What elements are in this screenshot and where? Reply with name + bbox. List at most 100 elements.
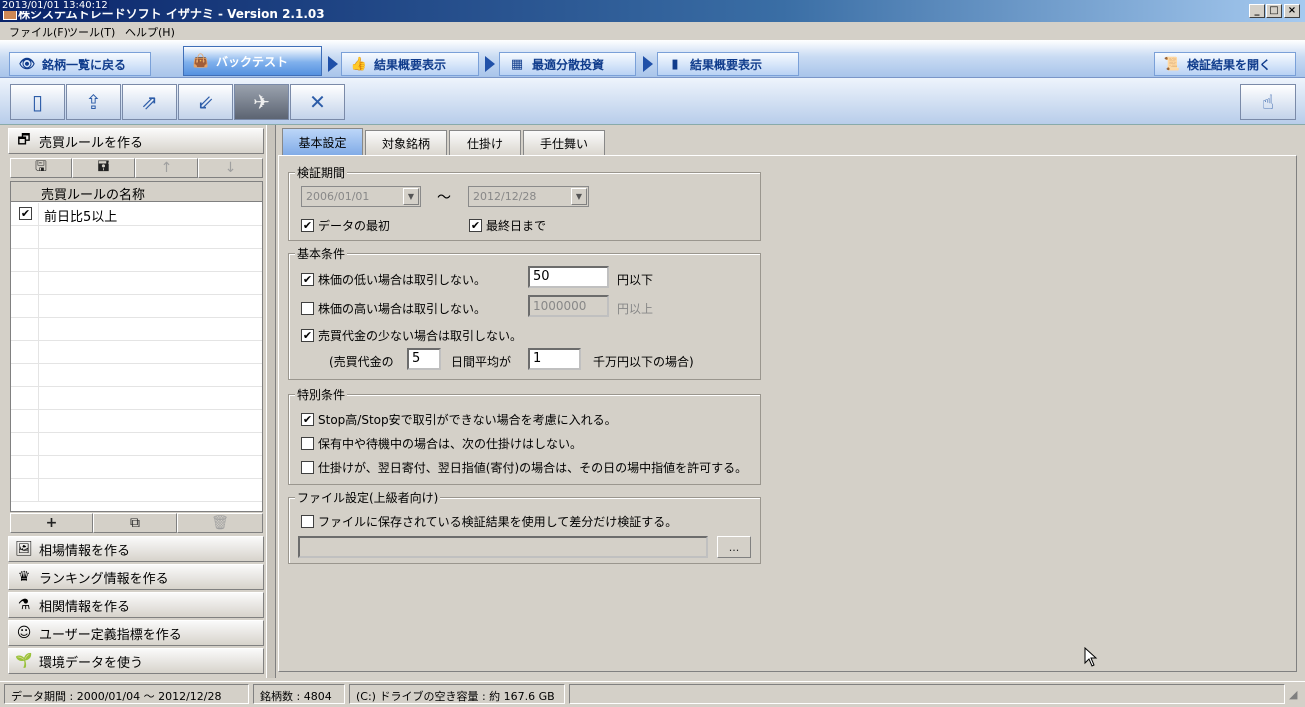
high-price-checkbox[interactable]	[301, 302, 314, 315]
intraday-limit-option[interactable]: 仕掛けが、翌日寄付、翌日指値(寄付)の場合は、その日の場中指値を許可する。	[301, 459, 747, 476]
basic-settings-page: 検証期間 2006/01/01 ▼ 〜 2012/12/28 ▼ ✔ データの最…	[278, 155, 1297, 672]
data-period-status: データ期間 : 2000/01/04 〜 2012/12/28	[4, 684, 249, 704]
no-reentry-checkbox[interactable]	[301, 437, 314, 450]
volume-detail-mid: 日間平均が	[451, 355, 512, 369]
tab-basic-settings[interactable]: 基本設定	[282, 128, 363, 156]
section-user-indicator[interactable]: ☺ ユーザー定義指標を作る	[8, 620, 264, 646]
tools-button[interactable]: ✕	[290, 84, 345, 120]
start-date-select[interactable]: 2006/01/01 ▼	[301, 186, 421, 207]
bag-icon: 👜	[192, 53, 210, 69]
to-last-option[interactable]: ✔ 最終日まで	[469, 217, 546, 234]
volume-amount-input[interactable]: 1	[528, 348, 581, 370]
rule-name-column-header: 売買ルールの名称	[41, 188, 146, 203]
minimize-button[interactable]: _	[1249, 4, 1265, 18]
no-reentry-option[interactable]: 保有中や待機中の場合は、次の仕掛けはしない。	[301, 435, 582, 452]
save-as-icon: 🖬	[97, 159, 110, 175]
end-date-select[interactable]: 2012/12/28 ▼	[468, 186, 589, 207]
back-to-list-label: 銘柄一覧に戻る	[42, 57, 127, 72]
tab-exit[interactable]: 手仕舞い	[523, 130, 605, 156]
stock-count-status: 銘柄数 : 4804	[253, 684, 345, 704]
crown-icon: ♛	[17, 569, 31, 585]
tab-target-stocks[interactable]: 対象銘柄	[365, 130, 447, 156]
toolbar: ▯ ⇪ ⇗ ⇙ ✈ ✕ ☝	[0, 78, 1305, 125]
average-days-input[interactable]: 5	[407, 348, 441, 370]
splitter[interactable]	[266, 125, 276, 678]
special-conditions-legend: 特別条件	[295, 386, 348, 403]
copy-icon: ⧉	[130, 515, 140, 531]
tab-backtest[interactable]: 👜 バックテスト	[183, 46, 322, 76]
low-price-option[interactable]: ✔ 株価の低い場合は取引しない。	[301, 271, 486, 288]
from-first-option[interactable]: ✔ データの最初	[301, 217, 390, 234]
plus-icon: +	[45, 515, 58, 531]
menu-help[interactable]: ヘルプ(H)	[125, 24, 175, 40]
save-as-button[interactable]: 🖬	[72, 158, 135, 178]
chevron-down-icon: ▼	[571, 188, 587, 205]
to-last-checkbox[interactable]: ✔	[469, 219, 482, 232]
rule-name: 前日比5以上	[44, 210, 118, 225]
maximize-button[interactable]: □	[1266, 4, 1282, 18]
resize-grip-icon[interactable]: ◢	[1289, 688, 1297, 701]
high-price-option[interactable]: 株価の高い場合は取引しない。	[301, 300, 486, 317]
low-price-checkbox[interactable]: ✔	[301, 273, 314, 286]
menu-file[interactable]: ファイル(F)	[9, 24, 68, 40]
stop-limit-checkbox[interactable]: ✔	[301, 413, 314, 426]
section-correlation-info-label: 相関情報を作る	[39, 599, 131, 615]
trash-icon: 🗑	[211, 515, 229, 531]
section-correlation-info[interactable]: ⚗ 相関情報を作る	[8, 592, 264, 618]
tab-entry[interactable]: 仕掛け	[449, 130, 521, 156]
help-button[interactable]: ☝	[1240, 84, 1296, 120]
scroll-icon: 📜	[1163, 56, 1181, 72]
tab-result-summary-2[interactable]: ▮ 結果概要表示	[657, 52, 799, 76]
high-price-label: 株価の高い場合は取引しない。	[318, 302, 487, 316]
end-date-value: 2012/12/28	[473, 190, 537, 203]
diff-verify-option[interactable]: ファイルに保存されている検証結果を使用して差分だけ検証する。	[301, 513, 677, 530]
section-trading-rules[interactable]: 🗗 売買ルールを作る	[8, 128, 264, 154]
tab-result-summary-1-label: 結果概要表示	[374, 57, 447, 72]
table-row[interactable]: ✔ 前日比5以上	[11, 203, 262, 226]
high-price-input[interactable]: 1000000	[528, 295, 609, 317]
stop-limit-option[interactable]: ✔ Stop高/Stop安で取引ができない場合を考慮に入れる。	[301, 411, 617, 428]
diff-verify-checkbox[interactable]	[301, 515, 314, 528]
arrow-up-icon: ↑	[160, 160, 173, 176]
low-volume-option[interactable]: ✔ 売買代金の少ない場合は取引しない。	[301, 327, 522, 344]
mouse-cursor-icon	[1084, 647, 1098, 667]
move-down-button[interactable]: ↓	[198, 158, 263, 178]
run-button[interactable]: ✈	[234, 84, 289, 120]
high-price-unit: 円以上	[617, 302, 654, 316]
arrow-right-icon	[485, 56, 495, 72]
rule-list-header: 売買ルールの名称	[11, 182, 262, 203]
rule-checkbox[interactable]: ✔	[19, 207, 32, 220]
new-document-button[interactable]: ▯	[10, 84, 65, 120]
browse-button[interactable]: ...	[717, 536, 751, 558]
basic-conditions-group: 基本条件 ✔ 株価の低い場合は取引しない。 50 円以下 株価の高い場合は取引し…	[288, 245, 761, 380]
copy-rule-button[interactable]: ⧉	[93, 513, 177, 533]
delete-rule-button[interactable]: 🗑	[177, 513, 263, 533]
open-results-button[interactable]: 📜 検証結果を開く	[1154, 52, 1296, 76]
back-to-list-button[interactable]: 👁 銘柄一覧に戻る	[9, 52, 151, 76]
close-button[interactable]: ×	[1284, 4, 1300, 18]
load-button[interactable]: ⇪	[66, 84, 121, 120]
disk-space-status: (C:) ドライブの空き容量 : 約 167.6 GB	[349, 684, 565, 704]
from-first-checkbox[interactable]: ✔	[301, 219, 314, 232]
tab-optimal-allocation[interactable]: ▦ 最適分散投資	[499, 52, 636, 76]
add-rule-button[interactable]: +	[10, 513, 93, 533]
low-price-input[interactable]: 50	[528, 266, 609, 288]
arrow-down-icon: ↓	[224, 160, 237, 176]
import-button[interactable]: ⇙	[178, 84, 233, 120]
rules-icon: 🗗	[17, 132, 31, 148]
file-path-input[interactable]	[298, 536, 708, 558]
period-legend: 検証期間	[295, 164, 348, 181]
save-button[interactable]: 🖫	[10, 158, 72, 178]
status-empty	[569, 684, 1285, 704]
section-market-info[interactable]: 🖼 相場情報を作る	[8, 536, 264, 562]
section-environment-data[interactable]: 🌱 環境データを使う	[8, 648, 264, 674]
tab-result-summary-1[interactable]: 👍 結果概要表示	[341, 52, 479, 76]
eye-icon: 👁	[18, 56, 36, 72]
intraday-limit-checkbox[interactable]	[301, 461, 314, 474]
move-up-button[interactable]: ↑	[135, 158, 198, 178]
wrench-icon: ✕	[309, 90, 326, 114]
section-ranking-info[interactable]: ♛ ランキング情報を作る	[8, 564, 264, 590]
low-volume-checkbox[interactable]: ✔	[301, 329, 314, 342]
export-button[interactable]: ⇗	[122, 84, 177, 120]
menu-tools[interactable]: ツール(T)	[67, 24, 115, 40]
